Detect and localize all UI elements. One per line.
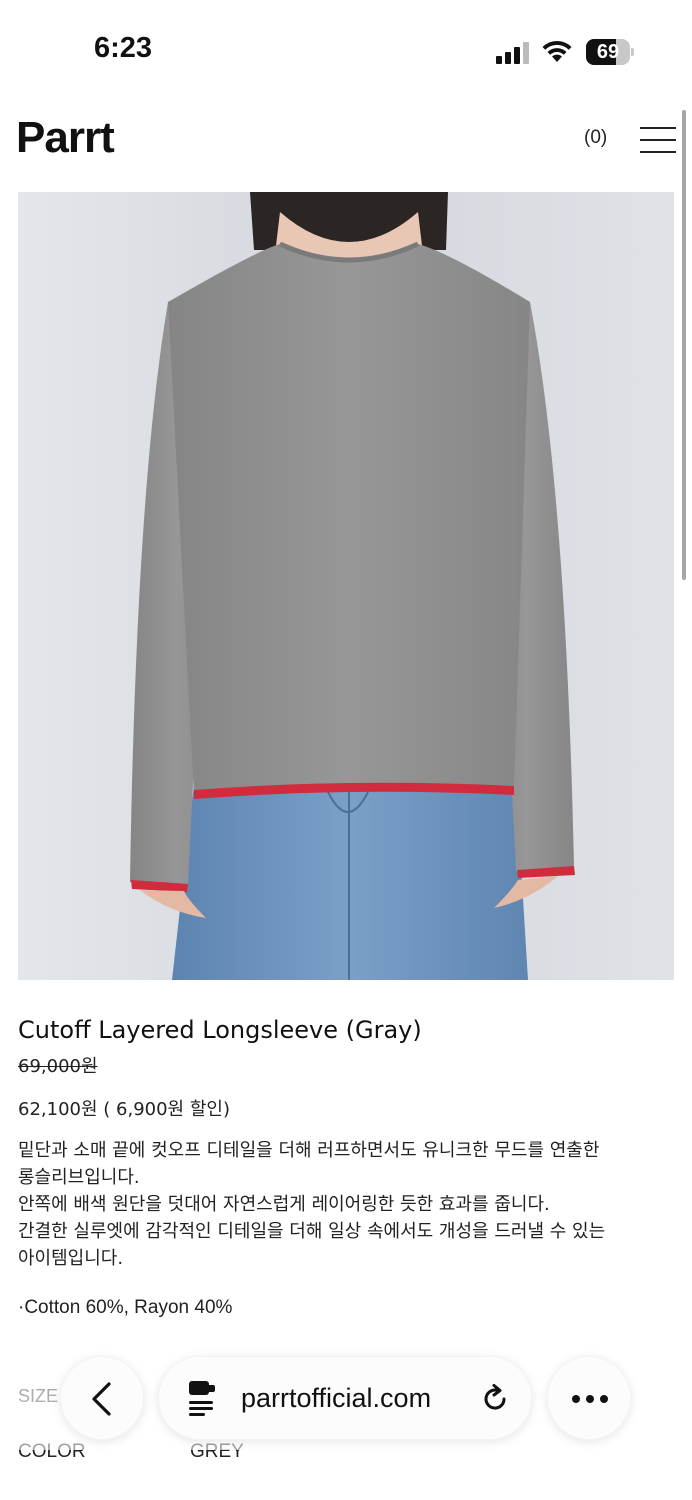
battery-icon: 69 bbox=[586, 39, 634, 65]
sale-price-line: 62,100원 ( 6,900원 할인) bbox=[18, 1095, 230, 1121]
status-bar: 6:23 69 bbox=[0, 0, 692, 100]
size-label: SIZE bbox=[18, 1386, 59, 1406]
chevron-left-icon bbox=[92, 1382, 111, 1416]
wifi-icon bbox=[542, 40, 572, 62]
description-line: 아이템입니다. bbox=[18, 1248, 124, 1269]
original-price: 69,000원 bbox=[18, 1056, 98, 1077]
product-title: Cutoff Layered Longsleeve (Gray) bbox=[18, 1016, 422, 1044]
hamburger-menu-icon[interactable] bbox=[640, 127, 676, 153]
scrollbar[interactable] bbox=[682, 110, 686, 580]
description-line: 간결한 실루엣에 감각적인 디테일을 더해 일상 속에서도 개성을 드러낼 수 … bbox=[18, 1221, 606, 1242]
reload-icon[interactable] bbox=[479, 1383, 511, 1415]
cellular-signal-icon bbox=[496, 40, 532, 64]
product-image[interactable] bbox=[18, 192, 674, 980]
color-label: COLOR bbox=[18, 1441, 86, 1462]
description-line: 롱슬리브입니다. bbox=[18, 1167, 140, 1188]
status-time: 6:23 bbox=[94, 32, 153, 64]
sale-price: 62,100원 bbox=[18, 1099, 98, 1120]
page-settings-icon[interactable] bbox=[187, 1379, 217, 1417]
battery-level: 69 bbox=[596, 41, 620, 63]
site-logo[interactable]: Parrt bbox=[16, 113, 115, 163]
url-text[interactable]: parrtofficial.com bbox=[241, 1383, 431, 1414]
back-button[interactable] bbox=[60, 1356, 144, 1440]
product-description: 밑단과 소매 끝에 컷오프 디테일을 더해 러프하면서도 유니크한 무드를 연출… bbox=[18, 1137, 668, 1272]
address-bar[interactable]: parrtofficial.com bbox=[158, 1356, 532, 1440]
description-line: 안쪽에 배색 원단을 덧대어 자연스럽게 레이어링한 듯한 효과를 줍니다. bbox=[18, 1194, 550, 1215]
cart-button[interactable]: (0) bbox=[584, 127, 607, 149]
color-value: GREY bbox=[190, 1441, 244, 1462]
more-options-button[interactable] bbox=[547, 1356, 631, 1440]
description-line: 밑단과 소매 끝에 컷오프 디테일을 더해 러프하면서도 유니크한 무드를 연출… bbox=[18, 1140, 600, 1161]
material-composition: ·Cotton 60%, Rayon 40% bbox=[18, 1297, 233, 1318]
ellipsis-icon bbox=[572, 1395, 608, 1403]
discount-amount: ( 6,900원 할인) bbox=[103, 1099, 230, 1120]
